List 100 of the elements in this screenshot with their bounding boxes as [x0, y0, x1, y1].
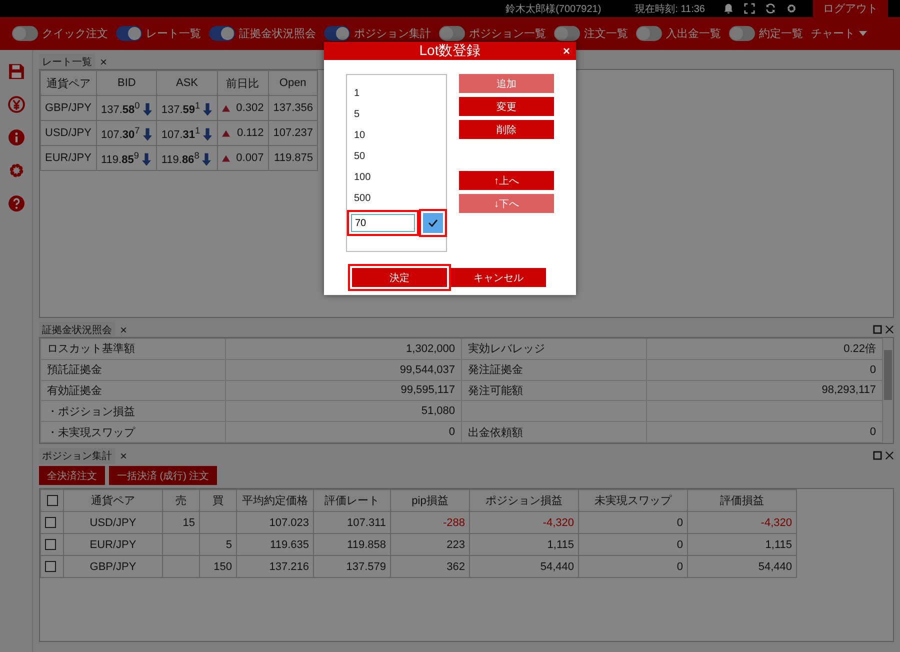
logout-button[interactable]: ログアウト: [813, 0, 888, 17]
checkbox[interactable]: [45, 561, 56, 572]
checkbox[interactable]: [45, 539, 56, 550]
order-button[interactable]: 一括決済 (成行) 注文: [109, 466, 218, 485]
column-header: ポジション損益: [470, 490, 578, 512]
toggle-label[interactable]: クイック注文: [42, 26, 108, 41]
caret-icon[interactable]: [859, 31, 867, 36]
action-button[interactable]: 変更: [459, 97, 554, 116]
table-cell: 137.579: [346, 560, 386, 572]
order-button[interactable]: 全決済注文: [39, 466, 105, 485]
table-cell: 362: [446, 560, 465, 572]
maximize-icon[interactable]: [873, 451, 882, 460]
table-cell: 0: [870, 364, 876, 376]
scrollbar[interactable]: [883, 338, 893, 443]
table-cell: 98,293,117: [822, 384, 876, 396]
table-cell: 発注可能額: [468, 384, 523, 397]
toggle-label[interactable]: ポジション一覧: [469, 26, 546, 41]
settings-icon[interactable]: [8, 162, 24, 179]
toggle-label[interactable]: ポジション集計: [354, 26, 431, 41]
table-cell: 発注証拠金: [468, 364, 523, 376]
table-cell: 実効レバレッジ: [468, 343, 545, 356]
list-item[interactable]: 1: [347, 83, 447, 104]
table-cell: 54,440: [540, 560, 574, 572]
down-arrow-icon: [202, 153, 212, 166]
list-item[interactable]: 500: [347, 188, 447, 209]
table-cell: -4,320: [760, 516, 792, 528]
fullscreen-icon[interactable]: [744, 3, 755, 14]
toggle-switch[interactable]: [439, 26, 465, 41]
up-triangle-icon: [222, 104, 230, 112]
toggle-label[interactable]: レート一覧: [146, 26, 201, 41]
down-arrow-icon: [203, 128, 212, 142]
table-cell: ・未実現スワップ: [40, 422, 226, 442]
table-cell: 0: [676, 560, 683, 572]
toggle-switch[interactable]: [116, 26, 142, 41]
table-cell: 0: [226, 422, 462, 442]
chart-menu[interactable]: チャート: [811, 26, 855, 41]
table-cell: 1,302,000: [226, 338, 462, 360]
toggle-label[interactable]: 証拠金状況照会: [239, 26, 316, 41]
down-arrow-icon: [142, 153, 151, 166]
ok-button[interactable]: 決定: [352, 268, 447, 287]
bid-price: 119.85$^{9}$: [101, 154, 139, 166]
list-item[interactable]: 5: [347, 104, 447, 125]
table-cell: ロスカット基準額: [40, 338, 226, 360]
table-cell: 0.22倍: [844, 343, 876, 356]
bell-icon[interactable]: [723, 3, 734, 14]
table-cell: ・ポジション損益: [40, 400, 226, 422]
yen-icon[interactable]: [8, 96, 24, 113]
table-cell: 137.356: [268, 96, 318, 120]
help-icon[interactable]: [8, 195, 24, 212]
panel-tab[interactable]: レート一覧: [39, 54, 95, 70]
down-arrow-icon: [203, 103, 212, 116]
panel-tab[interactable]: ポジション集計: [39, 448, 115, 464]
table-cell: USD/JPY: [90, 516, 136, 528]
table-cell: 0: [676, 516, 683, 528]
table-cell: 119.875: [268, 146, 318, 170]
table-cell: -4,320: [542, 516, 574, 528]
toggle-label[interactable]: 約定一覧: [759, 26, 803, 41]
column-header: Open: [268, 70, 318, 96]
toggle-switch[interactable]: [729, 26, 755, 41]
close-button[interactable]: ×: [562, 44, 570, 58]
toggle-switch[interactable]: [636, 26, 662, 41]
toggle-switch[interactable]: [12, 26, 38, 41]
cancel-button[interactable]: キャンセル: [451, 268, 546, 287]
table-cell: 0: [676, 538, 683, 550]
list-item[interactable]: 50: [347, 146, 447, 167]
table-cell: 預託証拠金: [40, 359, 226, 380]
close-icon[interactable]: [885, 325, 894, 334]
list-item[interactable]: 100: [347, 167, 447, 188]
checkbox[interactable]: [45, 517, 56, 528]
table-cell: 150: [214, 560, 232, 572]
column-header: 通貨ペア: [64, 490, 162, 512]
tab-close[interactable]: ×: [120, 448, 128, 462]
toggle-label[interactable]: 注文一覧: [584, 26, 628, 41]
maximize-icon[interactable]: [873, 325, 882, 334]
table-cell: EUR/JPY: [90, 538, 136, 550]
tab-close[interactable]: ×: [120, 322, 128, 336]
ask-price: 119.86$^{8}$: [161, 154, 200, 166]
save-icon[interactable]: [8, 63, 24, 80]
input-field[interactable]: 70: [351, 214, 415, 232]
close-icon[interactable]: [885, 451, 894, 460]
tab-close[interactable]: ×: [100, 54, 108, 68]
list-item[interactable]: 10: [347, 125, 447, 146]
table-cell: 137.216: [269, 560, 309, 572]
table-cell: 54,440: [758, 560, 792, 572]
table-cell: USD/JPY: [40, 120, 96, 146]
column-header: pip損益: [390, 490, 470, 512]
info-icon[interactable]: [8, 129, 24, 146]
change-value: 0.302: [236, 102, 264, 114]
panel-tab[interactable]: 証拠金状況照会: [39, 322, 115, 338]
toggle-switch[interactable]: [209, 26, 235, 41]
toggle-label[interactable]: 入出金一覧: [666, 26, 721, 41]
table-cell: 51,080: [226, 400, 462, 422]
checkbox[interactable]: [46, 495, 58, 506]
toggle-switch[interactable]: [324, 26, 350, 41]
action-button[interactable]: ↑上へ: [459, 171, 554, 190]
confirm-button[interactable]: [423, 213, 443, 233]
action-button[interactable]: 削除: [459, 120, 554, 139]
table-cell: 1,115: [765, 538, 792, 550]
refresh-icon[interactable]: [765, 3, 776, 14]
toggle-switch[interactable]: [554, 26, 580, 41]
